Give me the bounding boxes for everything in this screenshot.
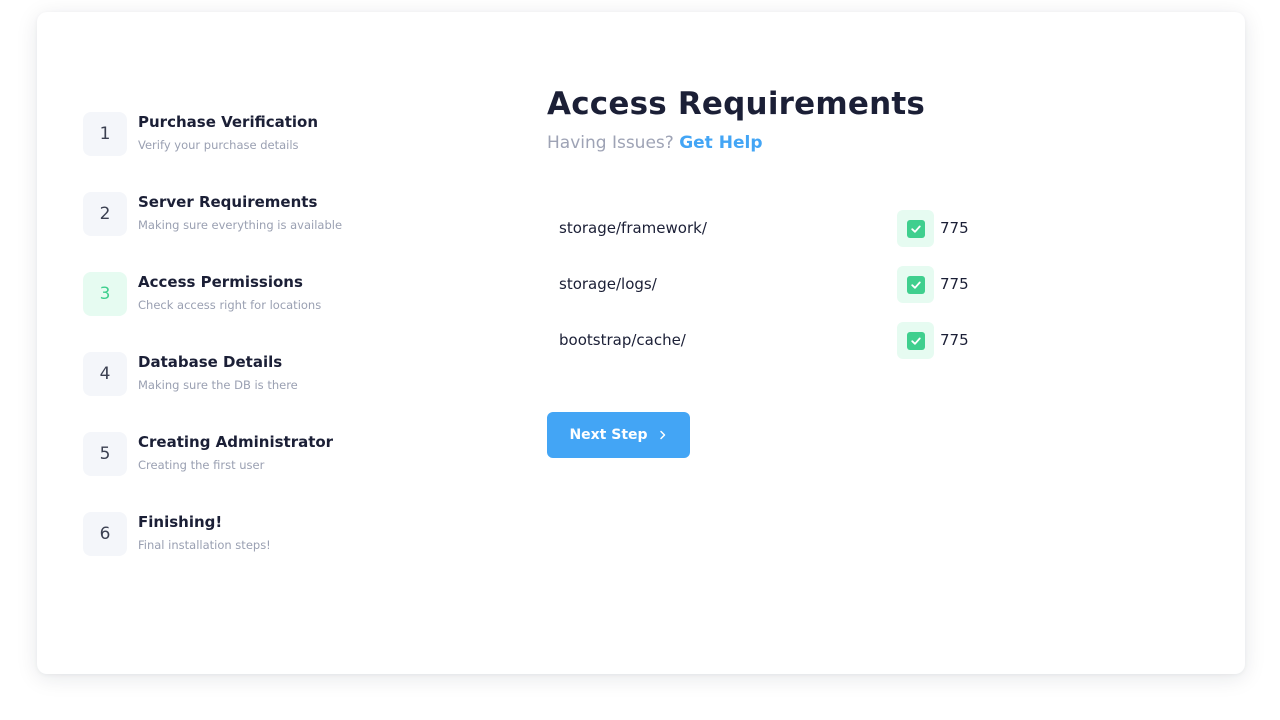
step-title: Finishing!	[138, 513, 223, 531]
step-title: Access Permissions	[138, 273, 303, 291]
checkmark-icon	[906, 275, 925, 294]
step-number: 1	[83, 112, 127, 156]
help-line: Having Issues? Get Help	[547, 133, 763, 153]
permission-status-badge	[897, 210, 934, 247]
page-title: Access Requirements	[547, 86, 926, 122]
permission-path: bootstrap/cache/	[559, 331, 686, 349]
step-subtitle: Making sure the DB is there	[138, 378, 298, 392]
step-subtitle: Verify your purchase details	[138, 138, 299, 152]
step-title: Server Requirements	[138, 193, 318, 211]
arrow-right-icon	[658, 430, 668, 440]
permission-value: 775	[940, 219, 969, 237]
step-subtitle: Check access right for locations	[138, 298, 322, 312]
issues-text: Having Issues?	[547, 133, 674, 153]
permission-value: 775	[940, 331, 969, 349]
permission-row: bootstrap/cache/ 775	[559, 322, 979, 360]
get-help-link[interactable]: Get Help	[679, 133, 762, 153]
permission-value: 775	[940, 275, 969, 293]
step-number: 4	[83, 352, 127, 396]
checkmark-icon	[906, 219, 925, 238]
step-subtitle: Creating the first user	[138, 458, 265, 472]
step-number: 5	[83, 432, 127, 476]
step-number: 3	[83, 272, 127, 316]
step-number: 2	[83, 192, 127, 236]
checkmark-icon	[906, 331, 925, 350]
step-subtitle: Final installation steps!	[138, 538, 271, 552]
permission-path: storage/logs/	[559, 275, 657, 293]
permission-path: storage/framework/	[559, 219, 707, 237]
next-step-button[interactable]: Next Step	[547, 412, 690, 458]
installer-card: 1 Purchase Verification Verify your purc…	[37, 12, 1245, 674]
permission-row: storage/framework/ 775	[559, 210, 979, 248]
step-subtitle: Making sure everything is available	[138, 218, 343, 232]
step-number: 6	[83, 512, 127, 556]
permission-status-badge	[897, 322, 934, 359]
permission-status-badge	[897, 266, 934, 303]
next-step-label: Next Step	[569, 427, 648, 443]
step-title: Purchase Verification	[138, 113, 319, 131]
permission-row: storage/logs/ 775	[559, 266, 979, 304]
step-title: Creating Administrator	[138, 433, 334, 451]
step-title: Database Details	[138, 353, 283, 371]
